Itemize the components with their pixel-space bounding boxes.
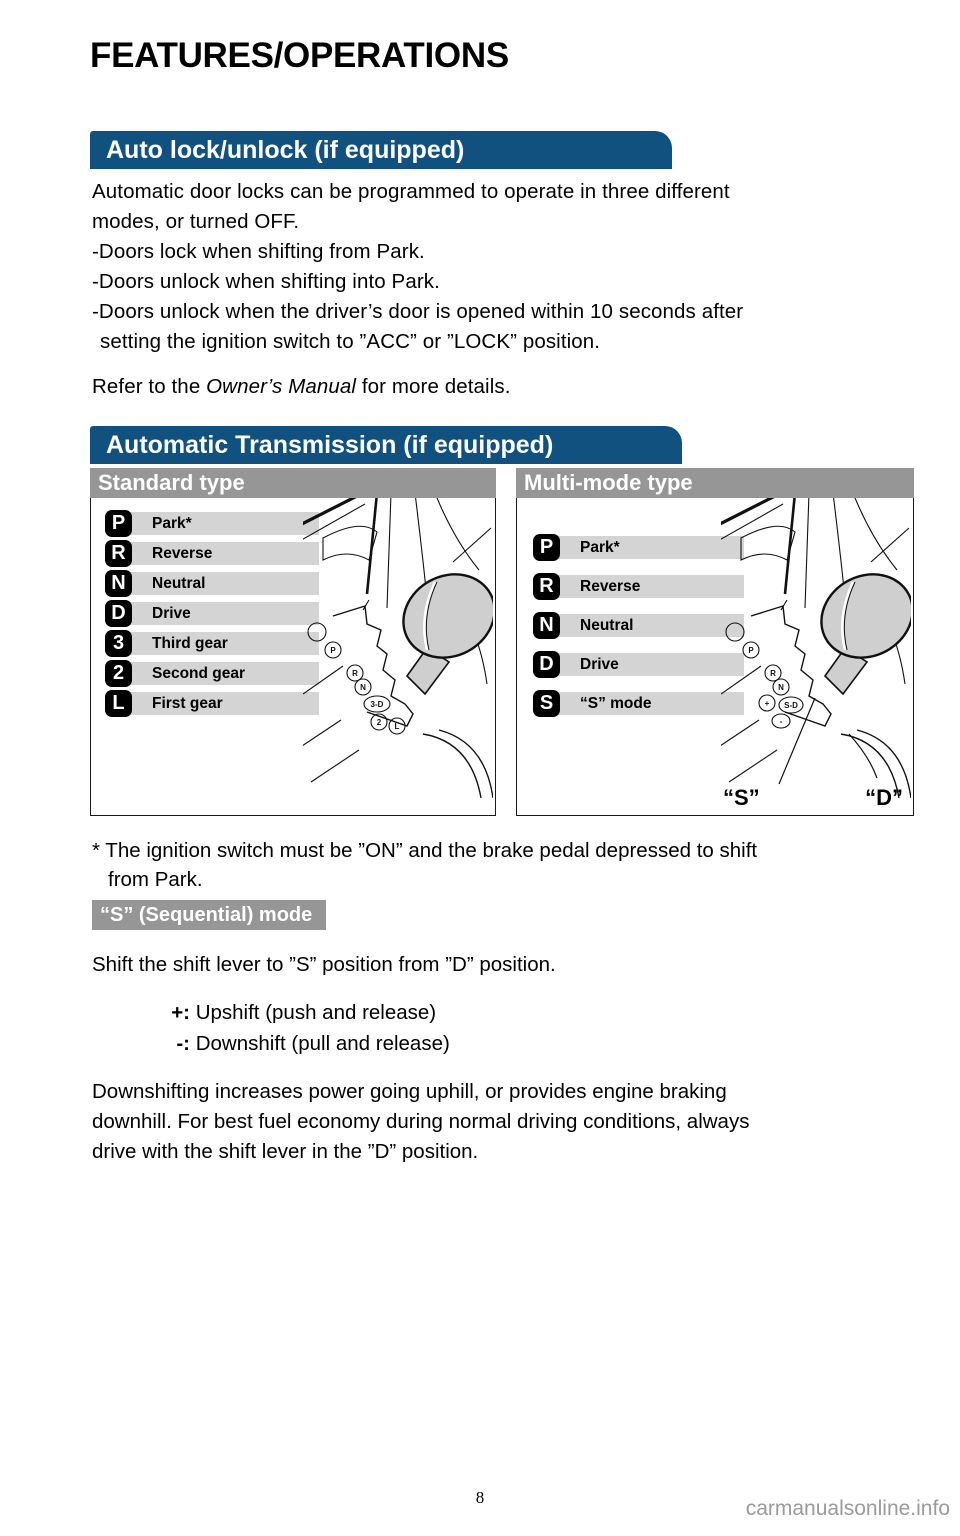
gear-badge-d: D <box>105 600 132 627</box>
panel-standard-type-body: P Park* R Reverse N Neutral D Drive 3 Th… <box>90 498 496 816</box>
operation-downshift-text: Downshift (pull and release) <box>195 1032 450 1055</box>
gear-row: P Park* <box>533 534 744 561</box>
gate-marking-p: P <box>748 646 754 655</box>
standard-gear-list: P Park* R Reverse N Neutral D Drive 3 Th… <box>105 510 319 720</box>
section-header-auto-lock-label: Auto lock/unlock (if equipped) <box>106 135 465 164</box>
operation-downshift: -: Downshift (pull and release) <box>168 1028 768 1059</box>
sequential-body-line-3: drive with the shift lever in the ”D” po… <box>92 1140 479 1163</box>
gate-marking-sd: S-D <box>784 701 798 710</box>
sequential-mode-operations: +: Upshift (push and release) -: Downshi… <box>168 997 768 1059</box>
auto-lock-body-text: Automatic door locks can be programmed t… <box>92 177 892 357</box>
gate-marking-plus: + <box>765 699 770 708</box>
gear-row: D Drive <box>533 651 744 678</box>
gear-row: L First gear <box>105 690 319 717</box>
auto-lock-intro-line1: Automatic door locks can be programmed t… <box>92 180 730 203</box>
auto-lock-bullet-2: -Doors unlock when shifting into Park. <box>92 270 440 293</box>
gear-row: S “S” mode <box>533 690 744 717</box>
gate-marking-2: 2 <box>377 718 382 727</box>
panel-standard-type: Standard type P Park* R Reverse N Neutra… <box>90 468 496 816</box>
callout-d: “D” <box>865 785 903 810</box>
sequential-mode-intro: Shift the shift lever to ”S” position fr… <box>92 953 556 976</box>
transmission-footnote: * The ignition switch must be ”ON” and t… <box>92 836 912 894</box>
gate-marking-p: P <box>330 646 336 655</box>
panel-multi-mode-type: Multi-mode type P Park* R Reverse N Neut… <box>516 468 914 816</box>
auto-lock-bullet-3: -Doors unlock when the driver’s door is … <box>92 300 744 323</box>
gear-label-first-gear: First gear <box>124 692 319 715</box>
gear-row: D Drive <box>105 600 319 627</box>
gear-row: 3 Third gear <box>105 630 319 657</box>
refer-suffix: for more details. <box>356 375 511 398</box>
gear-badge-s: S <box>533 690 560 717</box>
gear-badge-l: L <box>105 690 132 717</box>
gear-badge-p: P <box>533 534 560 561</box>
panel-multi-mode-type-title: Multi-mode type <box>524 470 693 495</box>
section-header-automatic-transmission: Automatic Transmission (if equipped) <box>90 426 682 464</box>
gear-badge-r: R <box>105 540 132 567</box>
refer-italic-owners-manual: Owner’s Manual <box>206 375 357 398</box>
watermark: carmanualsonline.info <box>745 1497 950 1520</box>
gear-label-neutral: Neutral <box>124 572 319 595</box>
operation-upshift-symbol: +: <box>171 1001 190 1024</box>
page-title: FEATURES/OPERATIONS <box>90 36 509 75</box>
gear-label-drive: Drive <box>124 602 319 625</box>
gear-badge-n: N <box>105 570 132 597</box>
gear-row: N Neutral <box>105 570 319 597</box>
gear-row: P Park* <box>105 510 319 537</box>
gear-label-park: Park* <box>552 536 744 559</box>
multi-mode-shift-lever-illustration: P R N + S-D - “S” “D” <box>715 498 913 815</box>
sequential-body-line-2: downhill. For best fuel economy during n… <box>92 1110 750 1133</box>
gear-row: R Reverse <box>105 540 319 567</box>
operation-downshift-symbol: -: <box>176 1032 190 1055</box>
auto-lock-refer-line: Refer to the Owner’s Manual for more det… <box>92 372 892 402</box>
gate-marking-r: R <box>770 669 776 678</box>
gate-marking-3d: 3-D <box>371 700 384 709</box>
panel-multi-mode-type-body: P Park* R Reverse N Neutral D Drive S “S… <box>516 498 914 816</box>
gear-row: R Reverse <box>533 573 744 600</box>
sequential-body-line-1: Downshifting increases power going uphil… <box>92 1080 727 1103</box>
callout-s: “S” <box>723 785 760 810</box>
gate-marking-r: R <box>352 669 358 678</box>
gear-label-s-mode: “S” mode <box>552 692 744 715</box>
multi-mode-gear-list: P Park* R Reverse N Neutral D Drive S “S… <box>533 534 744 729</box>
gear-row: N Neutral <box>533 612 744 639</box>
multi-mode-callouts: “S” “D” <box>723 785 903 811</box>
operation-upshift: +: Upshift (push and release) <box>168 997 768 1028</box>
operation-upshift-text: Upshift (push and release) <box>195 1001 437 1024</box>
auto-lock-intro-line2: modes, or turned OFF. <box>92 210 300 233</box>
panel-standard-type-header: Standard type <box>90 468 496 498</box>
gear-badge-n: N <box>533 612 560 639</box>
gate-marking-minus: - <box>780 717 783 726</box>
gear-label-neutral: Neutral <box>552 614 744 637</box>
gate-marking-n: N <box>778 683 784 692</box>
gear-label-reverse: Reverse <box>552 575 744 598</box>
gear-row: 2 Second gear <box>105 660 319 687</box>
section-header-automatic-transmission-label: Automatic Transmission (if equipped) <box>106 430 554 459</box>
gear-badge-2: 2 <box>105 660 132 687</box>
panel-standard-type-title: Standard type <box>98 470 245 495</box>
footnote-line-2: from Park. <box>108 868 203 891</box>
sequential-mode-body: Downshifting increases power going uphil… <box>92 1077 922 1167</box>
section-header-auto-lock: Auto lock/unlock (if equipped) <box>90 131 672 169</box>
panel-multi-mode-type-header: Multi-mode type <box>516 468 914 498</box>
gear-label-second-gear: Second gear <box>124 662 319 685</box>
gear-badge-p: P <box>105 510 132 537</box>
gear-label-drive: Drive <box>552 653 744 676</box>
standard-shift-lever-illustration: P R N 3-D 2 L <box>297 498 495 815</box>
section-header-sequential-mode: “S” (Sequential) mode <box>92 900 327 930</box>
gear-label-park: Park* <box>124 512 319 535</box>
gear-label-third-gear: Third gear <box>124 632 319 655</box>
gear-badge-r: R <box>533 573 560 600</box>
gate-marking-n: N <box>360 683 366 692</box>
gear-label-reverse: Reverse <box>124 542 319 565</box>
gate-marking-l: L <box>395 722 400 731</box>
gear-badge-3: 3 <box>105 630 132 657</box>
footnote-line-1: * The ignition switch must be ”ON” and t… <box>92 839 758 862</box>
gear-badge-d: D <box>533 651 560 678</box>
section-header-sequential-mode-label: “S” (Sequential) mode <box>100 903 313 926</box>
auto-lock-bullet-1: -Doors lock when shifting from Park. <box>92 240 425 263</box>
auto-lock-bullet-3-continuation: setting the ignition switch to ”ACC” or … <box>100 330 601 353</box>
refer-prefix: Refer to the <box>92 375 207 398</box>
